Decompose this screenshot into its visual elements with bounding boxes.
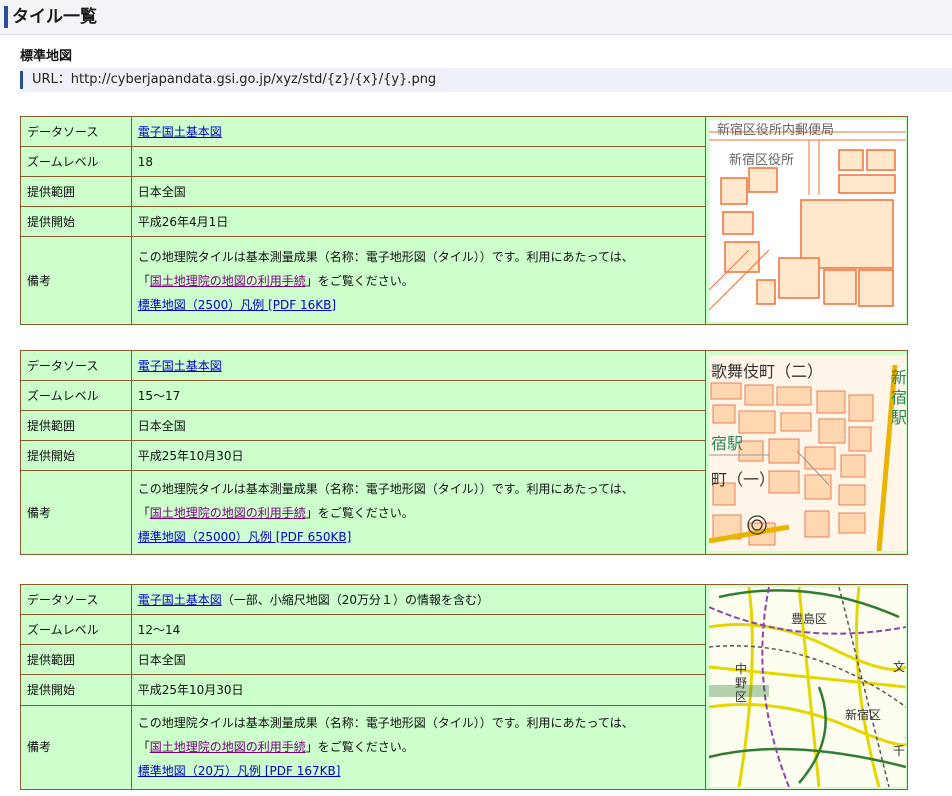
note-text: この地理院タイルは基本測量成果（名称：電子地形図（タイル））です。利用にあたって… [137, 249, 634, 264]
range-value: 日本全国 [130, 644, 706, 676]
map-label: 豊島区 [791, 611, 827, 626]
start-value: 平成25年10月30日 [130, 440, 706, 471]
note-suffix: 」をご覧ください。 [305, 740, 414, 755]
map-label: 千 [893, 744, 905, 758]
map-label: 宿 [891, 388, 906, 407]
label-source: データソース [20, 350, 132, 381]
map-thumbnail-15-17: 歌舞伎町（二） 宿駅 町（一） 新 宿 駅 [708, 354, 906, 551]
map-label: 新宿区役所内郵便局 [717, 122, 834, 138]
range-value: 日本全国 [130, 410, 706, 441]
notes-cell: この地理院タイルは基本測量成果（名称：電子地形図（タイル））です。利用にあたって… [130, 470, 706, 555]
source-cell: 電子国土基本図（一部、小縮尺地図（20万分１）の情報を含む） [130, 583, 706, 616]
map-label: 区 [735, 690, 747, 704]
url-accent-bar [20, 71, 23, 89]
legend-line: 標準地図（25000）凡例 [PDF 650KB] [138, 525, 699, 549]
start-value: 平成26年4月1日 [130, 206, 706, 237]
header-accent-bar [4, 6, 8, 28]
note-terms-line: 「国土地理院の地図の利用手続」をご覧ください。 [138, 269, 699, 293]
label-notes: 備考 [20, 470, 132, 555]
zoom-value: 18 [130, 146, 706, 177]
label-range: 提供範囲 [20, 644, 132, 676]
source-cell: 電子国土基本図 [130, 116, 706, 147]
terms-link[interactable]: 国土地理院の地図の利用手続 [150, 274, 306, 288]
label-zoom: ズームレベル [20, 614, 132, 646]
label-start: 提供開始 [20, 674, 132, 706]
map-thumbnail-cell: 新宿区役所内郵便局 新宿区役所 [704, 116, 909, 325]
label-notes: 備考 [20, 704, 132, 791]
source-extra: （一部、小縮尺地図（20万分１）の情報を含む） [221, 592, 490, 607]
terms-link[interactable]: 国土地理院の地図の利用手続 [150, 506, 306, 520]
map-label: 町（一） [711, 470, 775, 489]
label-source: データソース [20, 116, 132, 147]
map-thumbnail-cell: 豊島区 中 野 区 新宿区 文 千 [704, 584, 909, 790]
start-value: 平成25年10月30日 [130, 674, 706, 706]
legend-pdf-link[interactable]: 標準地図（2500）凡例 [PDF 16KB] [138, 298, 336, 312]
note-suffix: 」をご覧ください。 [305, 273, 414, 288]
note-text: この地理院タイルは基本測量成果（名称：電子地形図（タイル））です。利用にあたって… [137, 481, 634, 496]
map-label: 駅 [891, 408, 906, 427]
note-prefix: 「 [137, 505, 150, 520]
note-terms-line: 「国土地理院の地図の利用手続」をご覧ください。 [138, 735, 699, 759]
tile-url: URL：http://cyberjapandata.gsi.go.jp/xyz/… [32, 72, 437, 87]
label-notes: 備考 [20, 236, 132, 325]
source-link[interactable]: 電子国土基本図 [138, 593, 222, 607]
note-prefix: 「 [137, 273, 150, 288]
legend-line: 標準地図（2500）凡例 [PDF 16KB] [138, 293, 699, 317]
zoom-value: 15～17 [130, 380, 706, 411]
map-label: 中 [735, 661, 747, 676]
map-label: 新宿区役所 [729, 152, 794, 168]
map-label: 歌舞伎町（二） [711, 362, 823, 381]
map-label: 野 [735, 676, 747, 690]
legend-pdf-link[interactable]: 標準地図（25000）凡例 [PDF 650KB] [138, 530, 352, 544]
map-thumbnail-18: 新宿区役所内郵便局 新宿区役所 [708, 119, 906, 322]
source-cell: 電子国土基本図 [130, 350, 706, 381]
label-start: 提供開始 [20, 206, 132, 237]
map-thumbnail-cell: 歌舞伎町（二） 宿駅 町（一） 新 宿 駅 [704, 350, 909, 555]
tile-table-2: データソース 電子国土基本図 歌舞伎町（二） 宿駅 町（一） 新 宿 駅 ズーム… [20, 350, 909, 555]
map-label: 新宿区 [845, 707, 881, 722]
label-start: 提供開始 [20, 440, 132, 471]
map-thumbnail-12-14: 豊島区 中 野 区 新宿区 文 千 [708, 587, 906, 787]
note-terms-line: 「国土地理院の地図の利用手続」をご覧ください。 [138, 501, 699, 525]
range-value: 日本全国 [130, 176, 706, 207]
source-link[interactable]: 電子国土基本図 [138, 125, 222, 139]
tile-table-1: データソース 電子国土基本図 新宿区役所内郵便局 新宿区役所 ズームレベル 18… [20, 116, 909, 325]
zoom-value: 12～14 [130, 614, 706, 646]
note-text: この地理院タイルは基本測量成果（名称：電子地形図（タイル））です。利用にあたって… [137, 716, 634, 731]
label-zoom: ズームレベル [20, 380, 132, 411]
label-range: 提供範囲 [20, 176, 132, 207]
label-range: 提供範囲 [20, 410, 132, 441]
map-label: 文 [893, 659, 905, 674]
terms-link[interactable]: 国土地理院の地図の利用手続 [150, 740, 306, 754]
notes-cell: この地理院タイルは基本測量成果（名称：電子地形図（タイル））です。利用にあたって… [130, 236, 706, 325]
url-box: URL：http://cyberjapandata.gsi.go.jp/xyz/… [20, 68, 952, 92]
map-label: 新 [891, 368, 906, 387]
label-source: データソース [20, 583, 132, 616]
section-title: 標準地図 [20, 49, 73, 64]
note-prefix: 「 [137, 740, 150, 755]
notes-cell: この地理院タイルは基本測量成果（名称：電子地形図（タイル））です。利用にあたって… [130, 704, 706, 791]
map-label: 宿駅 [711, 434, 743, 453]
label-zoom: ズームレベル [20, 146, 132, 177]
legend-line: 標準地図（20万）凡例 [PDF 167KB] [138, 759, 699, 783]
page-title: タイル一覧 [12, 7, 97, 27]
tile-table-3: データソース 電子国土基本図（一部、小縮尺地図（20万分１）の情報を含む） 豊島… [20, 583, 909, 791]
legend-pdf-link[interactable]: 標準地図（20万）凡例 [PDF 167KB] [138, 764, 341, 778]
page-header: タイル一覧 [0, 0, 952, 35]
note-suffix: 」をご覧ください。 [305, 505, 414, 520]
source-link[interactable]: 電子国土基本図 [138, 359, 222, 373]
